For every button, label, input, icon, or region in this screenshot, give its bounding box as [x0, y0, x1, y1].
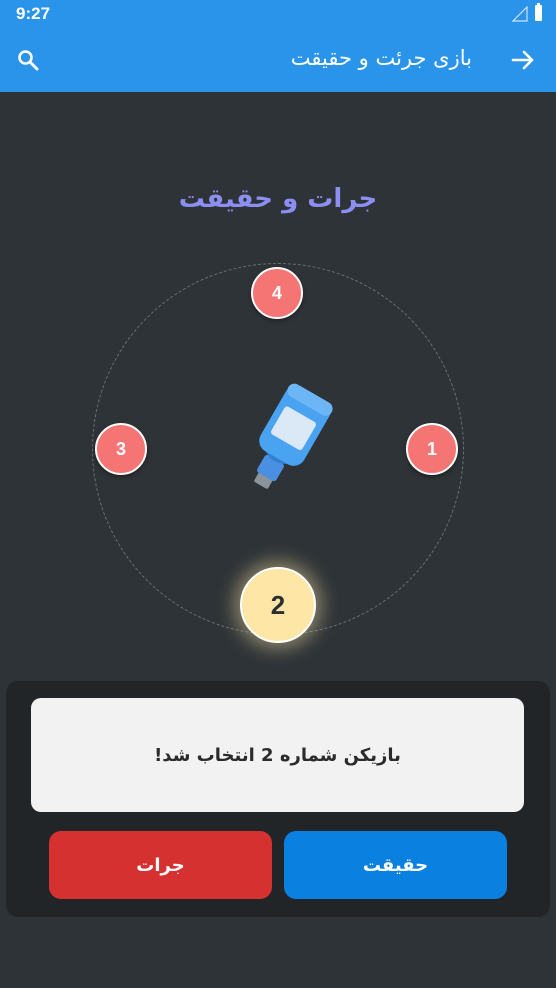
- truth-button[interactable]: حقیقت: [284, 831, 507, 899]
- search-icon[interactable]: [16, 48, 40, 72]
- game-title: جرات و حقیقت: [178, 184, 378, 214]
- bottle-icon[interactable]: [220, 378, 350, 508]
- app-title: بازی جرئت و حقیقت: [290, 46, 472, 70]
- player-3-circle[interactable]: 3: [95, 423, 147, 475]
- app-bar: بازی جرئت و حقیقت: [0, 28, 556, 92]
- player-2-circle[interactable]: 2: [240, 567, 316, 643]
- player-1-circle[interactable]: 1: [406, 423, 458, 475]
- status-bar: 9:27: [0, 0, 556, 28]
- status-time: 9:27: [16, 4, 51, 23]
- dare-button[interactable]: جرات: [49, 831, 272, 899]
- signal-icon: [512, 6, 528, 22]
- result-message: بازیکن شماره 2 انتخاب شد!: [31, 698, 524, 812]
- battery-icon: [535, 3, 542, 21]
- arrow-forward-icon[interactable]: [510, 47, 536, 73]
- player-4-circle[interactable]: 4: [251, 267, 303, 319]
